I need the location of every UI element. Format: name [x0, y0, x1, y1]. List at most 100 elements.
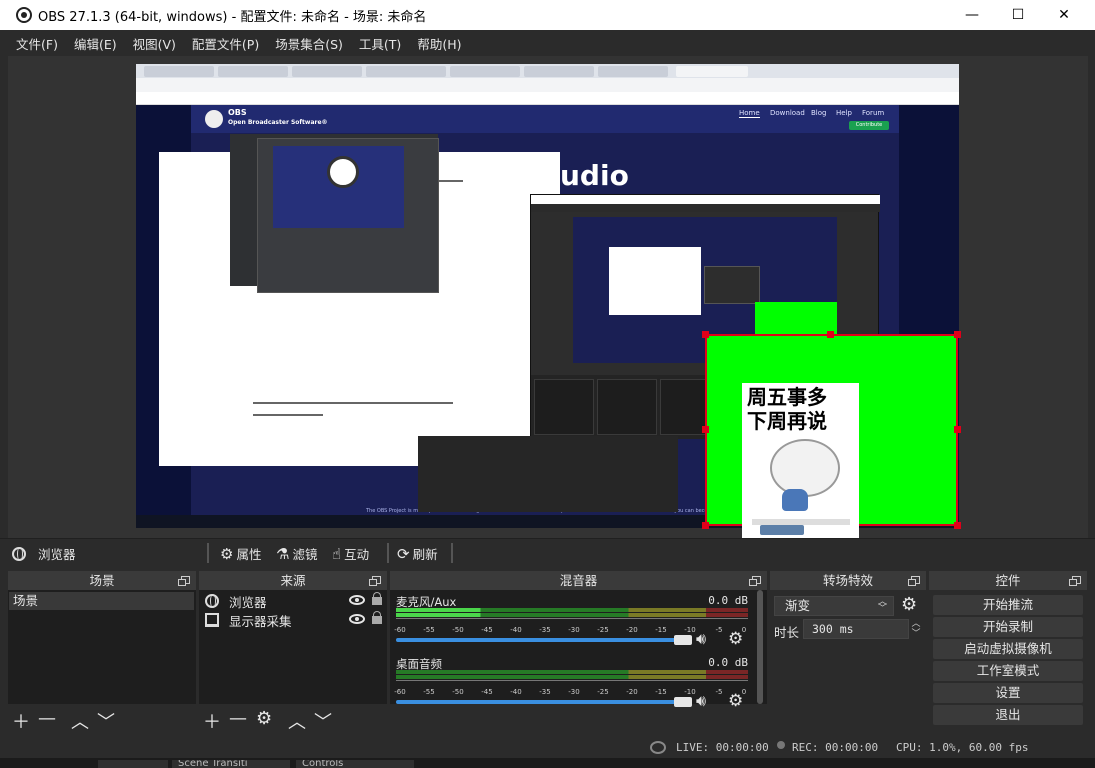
mixer-scrollbar[interactable] [757, 590, 763, 704]
source-properties-gear-icon[interactable]: ⚙ [256, 708, 272, 729]
menu-help[interactable]: 帮助(H) [409, 34, 469, 53]
sticker-line-2: 下周再说 [747, 409, 827, 433]
resize-handle-tr[interactable] [954, 331, 961, 338]
resize-handle-bl[interactable] [702, 522, 709, 529]
maximize-button[interactable]: ☐ [995, 0, 1041, 30]
remove-source-icon[interactable]: — [229, 708, 247, 729]
menu-file[interactable]: 文件(F) [8, 34, 66, 53]
menu-scene-collection[interactable]: 场景集合(S) [267, 34, 351, 53]
scale-label: -15 [655, 688, 667, 696]
obs-website-brand: OBS Open Broadcaster Software® [228, 108, 328, 128]
gear-icon: ⚙ [220, 544, 234, 563]
channel-level: 0.0 dB [708, 594, 748, 607]
nested-doc-window [609, 247, 701, 315]
close-button[interactable]: ✕ [1041, 0, 1087, 30]
mixer-body: 麦克风/Aux 0.0 dB -60 -55 -50 -45 -40 -35 -… [390, 590, 767, 711]
duration-stepper[interactable]: ︿ ﹀ [910, 619, 922, 639]
menu-view[interactable]: 视图(V) [125, 34, 184, 53]
audio-mixer-dock: 混音器 麦克风/Aux 0.0 dB -60 -55 -50 -45 -40 -… [390, 571, 767, 735]
sticker-character [770, 439, 840, 497]
minimize-button[interactable]: — [949, 0, 995, 30]
sticker-line-1: 周五事多 [747, 385, 827, 409]
sources-toolbar: ＋ — ⚙ ︿ ﹀ [199, 705, 387, 735]
speaker-icon[interactable]: 🔊︎ [696, 691, 706, 711]
move-down-icon[interactable]: ﹀ [314, 708, 332, 734]
volume-slider-handle[interactable] [674, 697, 692, 707]
transition-select[interactable]: 渐变 ︿ ﹀ [774, 596, 894, 616]
refresh-button[interactable]: ⟳ 刷新 [397, 544, 438, 563]
properties-button[interactable]: ⚙ 属性 [220, 544, 261, 563]
lock-icon[interactable] [372, 611, 382, 624]
move-up-icon[interactable]: ︿ [288, 708, 306, 734]
resize-handle-l[interactable] [702, 426, 709, 433]
scale-label: -20 [626, 626, 638, 634]
scale-label: -10 [684, 688, 696, 696]
add-source-icon[interactable]: ＋ [203, 708, 221, 734]
filter-icon: ⚗ [276, 544, 290, 563]
menu-edit[interactable]: 编辑(E) [66, 34, 125, 53]
obs-logo-icon [16, 7, 32, 23]
start-streaming-button[interactable]: 开始推流 [933, 595, 1083, 615]
transition-settings-gear-icon[interactable]: ⚙ [901, 594, 917, 615]
filters-button[interactable]: ⚗ 滤镜 [276, 544, 317, 563]
eye-icon[interactable] [349, 614, 365, 624]
scale-label: -45 [481, 626, 493, 634]
background-tab-controls: Controls [296, 760, 414, 768]
undock-icon[interactable] [369, 576, 381, 586]
scale-label: -40 [510, 626, 522, 634]
channel-settings-gear-icon[interactable]: ⚙ [728, 629, 743, 649]
controls-dock-title: 控件 [929, 571, 1087, 590]
scale-label: -60 [394, 626, 406, 634]
settings-button[interactable]: 设置 [933, 683, 1083, 703]
scale-label: -50 [452, 688, 464, 696]
remove-scene-icon[interactable]: — [38, 708, 56, 729]
scale-label: -5 [715, 626, 723, 634]
studio-mode-button[interactable]: 工作室模式 [933, 661, 1083, 681]
eye-icon[interactable] [349, 595, 365, 605]
background-tab [98, 760, 168, 768]
source-item-browser[interactable]: 浏览器 [201, 592, 387, 610]
resize-handle-tl[interactable] [702, 331, 709, 338]
browser-address-bar [136, 78, 959, 92]
move-down-icon[interactable]: ﹀ [97, 708, 115, 734]
resize-handle-r[interactable] [954, 426, 961, 433]
duration-input[interactable]: 300 ms [803, 619, 909, 639]
menu-profile[interactable]: 配置文件(P) [184, 34, 267, 53]
channel-level: 0.0 dB [708, 656, 748, 669]
preview-area[interactable]: OBS Open Broadcaster Software® Home Down… [8, 56, 1088, 545]
lock-icon[interactable] [372, 592, 382, 605]
controls-dock: 控件 开始推流 开始录制 启动虚拟摄像机 工作室模式 设置 退出 [929, 571, 1087, 735]
exit-button[interactable]: 退出 [933, 705, 1083, 725]
resize-handle-br[interactable] [954, 522, 961, 529]
title-bar: OBS 27.1.3 (64-bit, windows) - 配置文件: 未命名… [0, 0, 1095, 30]
start-recording-button[interactable]: 开始录制 [933, 617, 1083, 637]
scale-label: -5 [715, 688, 723, 696]
sticker-cup [782, 489, 808, 511]
interact-button[interactable]: ☝ 互动 [332, 544, 369, 563]
add-scene-icon[interactable]: ＋ [12, 708, 30, 734]
scene-item[interactable]: 场景 [9, 592, 194, 610]
menu-bar: 文件(F) 编辑(E) 视图(V) 配置文件(P) 场景集合(S) 工具(T) … [0, 30, 1095, 56]
speaker-icon[interactable]: 🔊︎ [696, 629, 706, 649]
resize-handle-t[interactable] [827, 331, 834, 338]
selected-source-name: 浏览器 [38, 547, 76, 562]
undock-icon[interactable] [749, 576, 761, 586]
move-up-icon[interactable]: ︿ [71, 708, 89, 734]
start-virtual-camera-button[interactable]: 启动虚拟摄像机 [933, 639, 1083, 659]
scene-transitions-dock: 转场特效 渐变 ︿ ﹀ ⚙ 时长 300 ms ︿ ﹀ [770, 571, 926, 735]
undock-icon[interactable] [1069, 576, 1081, 586]
source-name: 显示器采集 [229, 613, 292, 629]
sticker-caption: 周五事多 下周再说 [747, 385, 827, 433]
menu-tools[interactable]: 工具(T) [351, 34, 409, 53]
volume-slider[interactable] [396, 638, 680, 642]
undock-icon[interactable] [178, 576, 190, 586]
channel-settings-gear-icon[interactable]: ⚙ [728, 691, 743, 711]
rec-status: REC: 00:00:00 [792, 741, 879, 754]
undock-icon[interactable] [908, 576, 920, 586]
source-item-display-capture[interactable]: 显示器采集 [201, 611, 387, 629]
volume-meter [396, 675, 748, 679]
background-tab-transitions: Scene Transiti [172, 760, 290, 768]
site-headline: udio [560, 159, 629, 192]
volume-slider-handle[interactable] [674, 635, 692, 645]
volume-slider[interactable] [396, 700, 680, 704]
